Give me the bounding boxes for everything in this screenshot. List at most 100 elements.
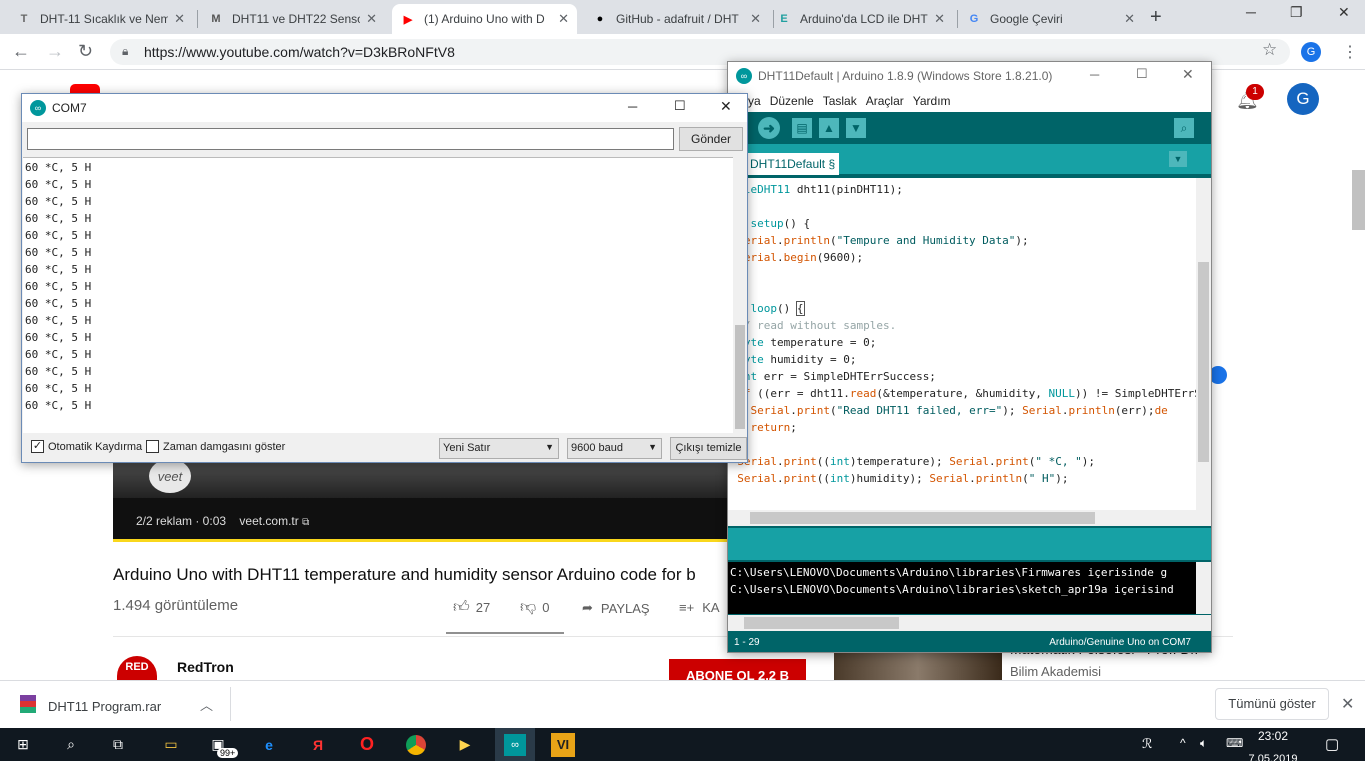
- subscribe-button[interactable]: ABONE OL 2,2 B: [669, 659, 806, 680]
- browser-tab[interactable]: T DHT-11 Sıcaklık ve Nem ✕: [8, 4, 193, 34]
- menu-tools[interactable]: Araçlar: [866, 94, 904, 108]
- search-icon[interactable]: ⌕: [51, 728, 91, 761]
- tab-close-icon[interactable]: ✕: [174, 11, 185, 27]
- download-filename[interactable]: DHT11 Program.rar: [48, 699, 161, 714]
- dislike-button[interactable]: 👎︎ 0: [520, 598, 549, 617]
- ide-close-icon[interactable]: ✕: [1182, 66, 1194, 83]
- channel-name[interactable]: RedTron: [177, 659, 234, 675]
- editor-hscroll-thumb[interactable]: [750, 512, 1095, 524]
- vi-app-icon[interactable]: VI: [543, 728, 583, 761]
- serial-minimize-icon[interactable]: ─: [628, 99, 637, 114]
- back-icon[interactable]: ←: [12, 41, 30, 62]
- youtube-avatar[interactable]: G: [1287, 83, 1319, 115]
- editor-scroll-thumb[interactable]: [1198, 262, 1209, 462]
- edge-icon[interactable]: e: [249, 728, 289, 761]
- side-channel-name[interactable]: Bilim Akademisi: [1010, 664, 1101, 679]
- menu-dots-icon[interactable]: ⋮: [1342, 42, 1358, 62]
- ad-link[interactable]: veet.com.tr: [239, 514, 298, 528]
- minimize-icon[interactable]: ─: [1246, 4, 1256, 20]
- people-icon[interactable]: ℛ: [1142, 736, 1152, 752]
- chrome-icon[interactable]: [396, 728, 436, 761]
- tab-close-icon[interactable]: ✕: [558, 11, 569, 27]
- bookmark-star-icon[interactable]: ☆: [1262, 40, 1277, 60]
- serial-line: 60 *C, 5 H: [25, 331, 92, 344]
- menu-edit[interactable]: Düzenle: [770, 94, 814, 108]
- close-icon[interactable]: ✕: [1341, 694, 1354, 714]
- like-button[interactable]: 👍︎ 27: [453, 598, 490, 617]
- yandex-icon[interactable]: Я: [298, 728, 338, 761]
- windows-start-icon[interactable]: ⊞: [3, 728, 43, 761]
- save-sketch-icon[interactable]: ▼: [846, 118, 866, 138]
- show-all-button[interactable]: Tümünü göster: [1215, 688, 1329, 720]
- tab-close-icon[interactable]: ✕: [750, 11, 761, 27]
- video-player[interactable]: veet 2/2 reklam · 0:03 veet.com.tr ⧉: [113, 455, 728, 542]
- menu-help[interactable]: Yardım: [913, 94, 951, 108]
- clock-date[interactable]: 7.05.2019: [1240, 752, 1306, 761]
- profile-avatar[interactable]: G: [1301, 42, 1321, 62]
- close-icon[interactable]: ✕: [1338, 4, 1350, 21]
- code-editor[interactable]: nt pinDHT11 = 2; impleDHT11 dht11(pinDHT…: [728, 178, 1196, 510]
- serial-monitor-icon[interactable]: ⌕: [1174, 118, 1194, 138]
- page-scrollbar[interactable]: [1352, 170, 1365, 230]
- chevron-up-icon[interactable]: ︿: [200, 695, 213, 714]
- clear-output-button[interactable]: Çıkışı temizle: [670, 437, 747, 460]
- serial-input[interactable]: [27, 128, 674, 150]
- save-button[interactable]: ≡+ KA: [679, 600, 720, 615]
- send-button[interactable]: Gönder: [679, 127, 743, 151]
- upload-icon[interactable]: ➜: [758, 117, 780, 139]
- autoscroll-option[interactable]: ✓ Otomatik Kaydırma: [31, 440, 142, 453]
- restore-icon[interactable]: ❐: [1290, 4, 1303, 21]
- forward-icon[interactable]: →: [46, 41, 64, 62]
- console-hscrollbar[interactable]: [728, 615, 1211, 631]
- ide-status-bar: [728, 528, 1211, 560]
- menu-sketch[interactable]: Taslak: [823, 94, 857, 108]
- language-icon[interactable]: ⌨: [1226, 736, 1243, 750]
- chevron-down-icon: ▼: [545, 442, 554, 452]
- task-view-icon[interactable]: ⧉: [98, 728, 138, 761]
- reload-icon[interactable]: ↻: [78, 41, 93, 62]
- url-text: https://www.youtube.com/watch?v=D3kBRoNF…: [144, 44, 455, 60]
- tab-close-icon[interactable]: ✕: [366, 11, 377, 27]
- browser-tab[interactable]: G Google Çeviri ✕: [958, 4, 1143, 34]
- share-button[interactable]: ➦ PAYLAŞ: [582, 600, 650, 616]
- line-ending-select[interactable]: Yeni Satır ▼: [439, 438, 559, 459]
- ide-menubar: ya Düzenle Taslak Araçlar Yardım: [728, 90, 1211, 112]
- media-player-icon[interactable]: ▶: [445, 728, 485, 761]
- menu-file[interactable]: ya: [748, 94, 761, 108]
- tab-close-icon[interactable]: ✕: [1124, 11, 1135, 27]
- baud-select[interactable]: 9600 baud ▼: [567, 438, 662, 459]
- autoscroll-checkbox[interactable]: ✓: [31, 440, 44, 453]
- serial-close-icon[interactable]: ✕: [720, 98, 732, 115]
- sentiment-bar: [446, 632, 564, 634]
- tray-chevron-icon[interactable]: ^: [1180, 736, 1186, 750]
- sketch-tab[interactable]: DHT11Default §: [746, 153, 840, 175]
- editor-horizontal-scrollbar[interactable]: [728, 510, 1211, 526]
- serial-scrollbar[interactable]: [733, 157, 747, 433]
- console-scrollbar[interactable]: [1196, 562, 1211, 614]
- opera-icon[interactable]: O: [347, 728, 387, 761]
- like-count: 27: [475, 600, 491, 615]
- open-sketch-icon[interactable]: ▲: [819, 118, 839, 138]
- editor-vertical-scrollbar[interactable]: [1196, 178, 1211, 510]
- ide-minimize-icon[interactable]: ─: [1090, 67, 1099, 82]
- new-sketch-icon[interactable]: ▤: [792, 118, 812, 138]
- new-tab-button[interactable]: +: [1150, 6, 1162, 29]
- browser-tab[interactable]: M DHT11 ve DHT22 Senso ✕: [200, 4, 385, 34]
- action-center-icon[interactable]: ▢: [1325, 735, 1339, 753]
- ide-maximize-icon[interactable]: ☐: [1136, 66, 1148, 82]
- file-explorer-icon[interactable]: ▭: [151, 728, 191, 761]
- timestamp-option[interactable]: Zaman damgasını göster: [146, 440, 285, 453]
- serial-line: 60 *C, 5 H: [25, 314, 92, 327]
- browser-tab[interactable]: ▶ (1) Arduino Uno with D ✕: [392, 4, 577, 34]
- clock-time[interactable]: 23:02: [1250, 729, 1296, 743]
- timestamp-checkbox[interactable]: [146, 440, 159, 453]
- console-hscroll-thumb[interactable]: [744, 617, 899, 629]
- tab-menu-icon[interactable]: ▼: [1169, 151, 1187, 167]
- browser-tab[interactable]: E Arduino'da LCD ile DHT ✕: [768, 4, 953, 34]
- tab-close-icon[interactable]: ✕: [934, 11, 945, 27]
- serial-maximize-icon[interactable]: ☐: [674, 98, 686, 114]
- browser-tab[interactable]: ● GitHub - adafruit / DHT ✕: [584, 4, 769, 34]
- volume-icon[interactable]: 🔈︎: [1200, 736, 1207, 751]
- serial-scroll-thumb[interactable]: [735, 325, 745, 429]
- arduino-taskbar-icon[interactable]: ∞: [495, 728, 535, 761]
